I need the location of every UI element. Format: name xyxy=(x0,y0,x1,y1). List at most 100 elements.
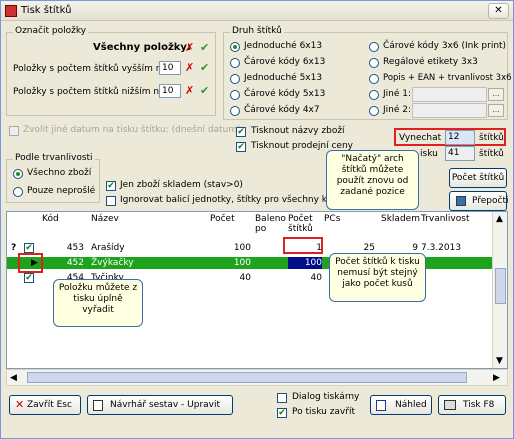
type-left-2-label: Jednoduché 5x13 xyxy=(244,73,323,83)
other1-field[interactable] xyxy=(412,87,487,102)
radio-expiry-all[interactable] xyxy=(13,169,23,179)
recalc-button[interactable]: Přepočti xyxy=(449,191,509,211)
expiry-group: Podle trvanlivosti Všechno zboží Pouze n… xyxy=(6,153,100,203)
unmark-all-icon[interactable]: ✗ xyxy=(185,41,194,54)
other-date-checkbox[interactable] xyxy=(9,126,19,136)
close-icon: ✕ xyxy=(15,398,25,411)
col-pack[interactable]: Baleno po xyxy=(255,212,286,242)
radio-type-other2[interactable] xyxy=(369,106,379,116)
radio-type-left-1[interactable] xyxy=(230,58,240,68)
hscroll-thumb[interactable] xyxy=(27,372,467,383)
stock-only-checkbox[interactable]: ✔ xyxy=(106,181,116,191)
recalc-icon xyxy=(456,196,466,206)
row-count: 100 xyxy=(233,258,251,268)
unmark-lower-icon[interactable]: ✗ xyxy=(185,84,194,97)
app-icon xyxy=(5,5,17,17)
lower-than-input[interactable]: 10 xyxy=(159,84,181,98)
row-mark: ? xyxy=(11,243,17,253)
print-name-label: Tisknout názvy zboží xyxy=(251,126,345,136)
type-right-1-label: Regálové etikety 3x3 xyxy=(383,57,478,67)
print-name-checkbox[interactable]: ✔ xyxy=(236,127,246,137)
count-label: isku xyxy=(420,149,438,159)
print-price-checkbox[interactable]: ✔ xyxy=(236,142,246,152)
remove-item-callout: Položku můžete z tisku úplně vyřadit xyxy=(53,279,143,327)
mark-higher-icon[interactable]: ✔ xyxy=(200,61,209,74)
ignore-units-checkbox[interactable] xyxy=(106,196,116,206)
close-after-label: Po tisku zavřít xyxy=(292,407,355,417)
type-left-3-label: Čárové kódy 5x13 xyxy=(244,89,326,99)
scroll-up-icon[interactable]: ▲ xyxy=(496,214,503,224)
mark-items-title: Označit položky xyxy=(13,26,89,36)
col-name[interactable]: Název xyxy=(91,212,119,242)
label-type-group: Druh štítků Jednoduché 6x13 Čárové kódy … xyxy=(223,26,512,120)
type-left-4-label: Čárové kódy 4x7 xyxy=(244,105,320,115)
printer-dialog-checkbox[interactable] xyxy=(277,393,287,403)
type-left-0-label: Jednoduché 6x13 xyxy=(244,41,323,51)
skip-label: Vynechat xyxy=(399,133,442,143)
radio-type-right-1[interactable] xyxy=(369,58,379,68)
all-items-label: Všechny položky: xyxy=(93,42,191,53)
scroll-left-icon[interactable]: ◀ xyxy=(10,373,17,383)
row-checkbox[interactable]: ✔ xyxy=(24,243,34,253)
radio-type-left-4[interactable] xyxy=(230,106,240,116)
table-vertical-scrollbar[interactable]: ▲ ▼ xyxy=(492,212,507,368)
ignore-units-label: Ignorovat balicí jednotky, štítky pro vš… xyxy=(120,195,343,205)
printer-icon xyxy=(444,400,456,410)
col-stock[interactable]: Skladem xyxy=(381,212,420,242)
radio-type-left-2[interactable] xyxy=(230,74,240,84)
scroll-thumb[interactable] xyxy=(495,268,506,304)
designer-button[interactable]: Návrhář sestav - Upravit xyxy=(87,395,233,415)
close-button[interactable]: ✕ Zavřít Esc xyxy=(9,395,81,415)
higher-than-input[interactable]: 10 xyxy=(159,61,181,75)
remove-highlight xyxy=(18,253,43,273)
scroll-right-icon[interactable]: ▶ xyxy=(493,373,500,383)
stock-only-label: Jen zboží skladem (stav>0) xyxy=(120,180,243,190)
other-date-label: Zvolit jiné datum na tisku štítku: (dneš… xyxy=(23,125,241,135)
expiry-all-label: Všechno zboží xyxy=(27,168,92,178)
radio-type-left-3[interactable] xyxy=(230,90,240,100)
row-count: 100 xyxy=(233,243,251,253)
row-name: Žvýkačky xyxy=(91,258,134,268)
col-pcs[interactable]: PCs xyxy=(324,212,340,242)
other1-browse-button[interactable]: … xyxy=(488,88,504,101)
row-name: Arašídy xyxy=(91,243,125,253)
col-code[interactable]: Kód xyxy=(42,212,59,242)
label-count-button[interactable]: Počet štítků xyxy=(449,168,507,188)
radio-type-left-0[interactable] xyxy=(230,42,240,52)
other2-browse-button[interactable]: … xyxy=(488,104,504,117)
close-window-button[interactable]: ✕ xyxy=(488,3,509,19)
mark-all-icon[interactable]: ✔ xyxy=(200,41,209,54)
scroll-down-icon[interactable]: ▼ xyxy=(496,356,503,366)
radio-expiry-valid[interactable] xyxy=(13,187,23,197)
title-bar: Tisk štítků ✕ xyxy=(1,1,513,21)
unmark-higher-icon[interactable]: ✗ xyxy=(185,61,194,74)
mark-lower-icon[interactable]: ✔ xyxy=(200,84,209,97)
preview-label: Náhled xyxy=(395,400,427,410)
label-print-window: Tisk štítků ✕ Označit položky Všechny po… xyxy=(0,0,514,439)
radio-type-right-2[interactable] xyxy=(369,74,379,84)
row-labels[interactable]: 100 xyxy=(288,257,322,269)
expiry-title: Podle trvanlivosti xyxy=(13,153,95,163)
other2-field[interactable] xyxy=(412,103,487,118)
preview-button[interactable]: Náhled xyxy=(370,395,432,415)
row-code: 453 xyxy=(66,243,84,253)
label-count-callout: Počet štítků k tisku nemusí být stejný j… xyxy=(329,253,426,302)
table-horizontal-scrollbar[interactable]: ◀ ▶ xyxy=(6,369,508,386)
close-after-checkbox[interactable]: ✔ xyxy=(277,408,287,418)
row-count: 40 xyxy=(239,273,251,283)
close-label: Zavřít Esc xyxy=(27,400,72,410)
row-checkbox[interactable]: ✔ xyxy=(24,273,34,283)
col-count[interactable]: Počet xyxy=(210,212,235,242)
radio-type-other1[interactable] xyxy=(369,90,379,100)
preview-icon xyxy=(376,400,386,411)
row-labels[interactable]: 40 xyxy=(288,272,322,284)
print-button[interactable]: Tisk F8 xyxy=(438,395,506,415)
pencil-icon xyxy=(93,400,103,411)
row-expiry: 7.3.2013 xyxy=(421,243,462,253)
col-expiry[interactable]: Trvanlivost xyxy=(421,212,469,242)
radio-type-right-0[interactable] xyxy=(369,42,379,52)
skip-input[interactable]: 12 xyxy=(445,130,475,145)
count-field: 41 xyxy=(445,146,475,161)
print-label: Tisk F8 xyxy=(463,400,495,410)
designer-label: Návrhář sestav - Upravit xyxy=(110,400,221,410)
